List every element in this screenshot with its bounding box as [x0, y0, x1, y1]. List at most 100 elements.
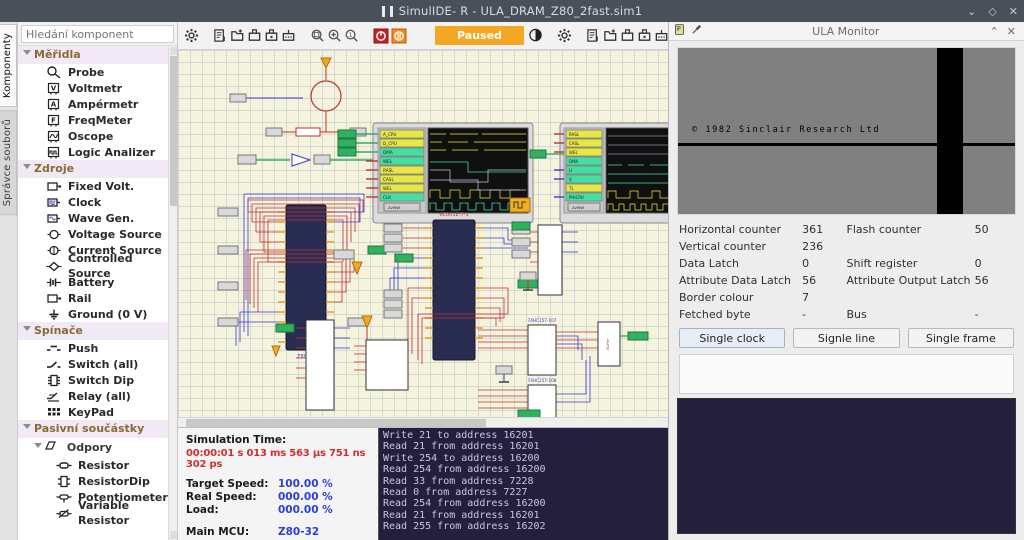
- stat-row: Data Latch 0 Shift register 0: [679, 255, 1014, 272]
- open-circuit-icon[interactable]: [230, 25, 245, 47]
- editor-settings-icon[interactable]: [557, 25, 572, 47]
- ula-screen[interactable]: © 1982 Sinclair Research Ltd: [677, 47, 1016, 215]
- power-off-icon[interactable]: [373, 25, 389, 47]
- main-mcu-label: Main MCU:: [186, 526, 250, 538]
- tree-item-push[interactable]: Push: [18, 340, 177, 356]
- tree-category-meridla[interactable]: Měřidla: [18, 46, 177, 64]
- item-label: Voltage Source: [68, 227, 162, 241]
- save-file-as-icon[interactable]: [637, 25, 652, 47]
- tree-item-wave-gen[interactable]: Wave Gen.: [18, 210, 177, 226]
- category-label: Měřidla: [34, 48, 81, 61]
- window-controls: ⌄ ◇ ✕: [967, 0, 1018, 22]
- component-tree[interactable]: Měřidla Probe V Voltmetr A Ampérmetr F F…: [18, 45, 177, 540]
- current-source-icon: [46, 244, 62, 257]
- tree-category-zdroje[interactable]: Zdroje: [18, 160, 177, 178]
- titlebar-pause-indicator: [381, 5, 393, 17]
- item-label: Clock: [68, 195, 102, 209]
- single-frame-button[interactable]: Single frame: [907, 328, 1014, 348]
- tree-item-switch-all[interactable]: Switch (all): [18, 356, 177, 372]
- tree-item-freqmeter[interactable]: F FreqMeter: [18, 112, 177, 128]
- voltmeter-icon: V: [46, 82, 62, 95]
- tree-item-rail[interactable]: Rail: [18, 290, 177, 306]
- tree-item-resistor[interactable]: Resistor: [18, 457, 177, 473]
- canvas-scroll-thumb[interactable]: [186, 419, 486, 427]
- tree-item-logic-analizer[interactable]: Logic Analizer: [18, 144, 177, 160]
- tree-scroll-thumb[interactable]: [170, 56, 177, 206]
- tree-subcategory-odpory[interactable]: Odpory: [18, 438, 177, 457]
- single-line-button[interactable]: Signle line: [793, 328, 900, 348]
- tree-item-relay-all[interactable]: Relay (all): [18, 388, 177, 404]
- pause-icon[interactable]: [391, 25, 407, 47]
- single-clock-button[interactable]: Single clock: [679, 328, 786, 348]
- new-file-icon[interactable]: [586, 25, 601, 47]
- screen-vertical-bar: [937, 48, 963, 214]
- svg-text:WEL: WEL: [569, 150, 578, 155]
- ula-collapse-icon[interactable]: ⌃: [986, 25, 1003, 38]
- zoom-1to1-icon[interactable]: 1: [344, 25, 359, 47]
- export-file-icon[interactable]: [654, 25, 669, 47]
- save-file-icon[interactable]: [620, 25, 635, 47]
- load-label: Load:: [186, 504, 219, 516]
- tree-item-oscope[interactable]: Oscope: [18, 128, 177, 144]
- circuit-canvas[interactable]: A_CPU D_CPU DMA WEL RASL CASL WEL CLK Zv…: [178, 50, 668, 417]
- tree-item-voltage-source[interactable]: Voltage Source: [18, 226, 177, 242]
- sidebar-tab-spravce-souboru[interactable]: Správce souborů: [0, 110, 17, 216]
- new-circuit-icon[interactable]: [213, 25, 228, 47]
- item-label: Variable Resistor: [78, 499, 130, 527]
- close-icon[interactable]: ✕: [1009, 6, 1018, 17]
- tree-item-clock[interactable]: Clock: [18, 194, 177, 210]
- ula-log-list[interactable]: [679, 354, 1014, 394]
- item-label: Ampérmetr: [68, 97, 139, 111]
- canvas-horizontal-scrollbar[interactable]: [178, 417, 668, 427]
- settings-icon[interactable]: [184, 25, 199, 47]
- scroll-down-arrow[interactable]: [170, 531, 177, 539]
- scroll-up-arrow[interactable]: [170, 47, 177, 55]
- main-toolbar: 1 Paused: [178, 22, 760, 50]
- maximize-icon[interactable]: ◇: [988, 6, 996, 17]
- tree-category-spinace[interactable]: Spínače: [18, 322, 177, 340]
- tree-item-ampermetr[interactable]: A Ampérmetr: [18, 96, 177, 112]
- ammeter-icon: A: [46, 98, 62, 111]
- export-icon[interactable]: [281, 25, 296, 47]
- svg-text:DMA: DMA: [569, 159, 579, 164]
- ula-close-icon[interactable]: ✕: [1003, 25, 1020, 38]
- tree-item-voltmetr[interactable]: V Voltmetr: [18, 80, 177, 96]
- item-label: Oscope: [68, 129, 114, 143]
- tree-item-fixed-volt[interactable]: Fixed Volt.: [18, 178, 177, 194]
- simulation-status-badge[interactable]: Paused: [435, 26, 524, 45]
- debugger-icon[interactable]: [528, 25, 543, 47]
- tree-scrollbar[interactable]: [168, 46, 177, 540]
- item-label: Switch (all): [68, 357, 139, 371]
- window-titlebar: SimulIDE- R - ULA_DRAM_Z80_2fast.sim1 ⌄ …: [0, 0, 1024, 22]
- svg-text:A: A: [51, 100, 57, 108]
- main-mcu-value: Z80-32: [278, 526, 320, 538]
- tree-item-keypad[interactable]: KeyPad: [18, 404, 177, 420]
- tree-item-controlled-source[interactable]: Controlled Source: [18, 252, 177, 280]
- circuit-schematic: A_CPU D_CPU DMA WEL RASL CASL WEL CLK Zv…: [217, 57, 668, 417]
- left-tab-strip: Komponenty Správce souborů: [0, 22, 18, 540]
- save-as-icon[interactable]: [264, 25, 279, 47]
- tree-category-pasivni-soucastky[interactable]: Pasivní součástky: [18, 420, 177, 438]
- minimize-icon[interactable]: ⌄: [967, 6, 976, 17]
- tree-item-resistordip[interactable]: ResistorDip: [18, 473, 177, 489]
- sidebar-tab-komponenty[interactable]: Komponenty: [0, 24, 17, 108]
- pin-icon[interactable]: [691, 24, 702, 38]
- svg-text:WEL: WEL: [383, 186, 393, 191]
- search-row: [18, 22, 177, 45]
- save-circuit-icon[interactable]: [247, 25, 262, 47]
- variable-resistor-icon: [56, 507, 72, 520]
- tree-item-switch-dip[interactable]: Switch Dip: [18, 372, 177, 388]
- resistor-icon: [56, 459, 72, 472]
- zoom-fit-icon[interactable]: [310, 25, 325, 47]
- tree-item-variable-resistor[interactable]: Variable Resistor: [18, 499, 177, 527]
- open-file-icon[interactable]: [603, 25, 618, 47]
- dip-switch-icon: [46, 374, 62, 387]
- keypad-icon: [46, 406, 62, 419]
- tree-item-probe[interactable]: Probe: [18, 64, 177, 80]
- item-label: Logic Analizer: [68, 145, 156, 159]
- zoom-in-icon[interactable]: [327, 25, 342, 47]
- search-input[interactable]: [21, 25, 174, 43]
- tree-item-ground[interactable]: Ground (0 V): [18, 306, 177, 322]
- console-output[interactable]: Write 21 to address 16201 Read 21 from a…: [378, 428, 668, 540]
- rail-icon: [46, 292, 62, 305]
